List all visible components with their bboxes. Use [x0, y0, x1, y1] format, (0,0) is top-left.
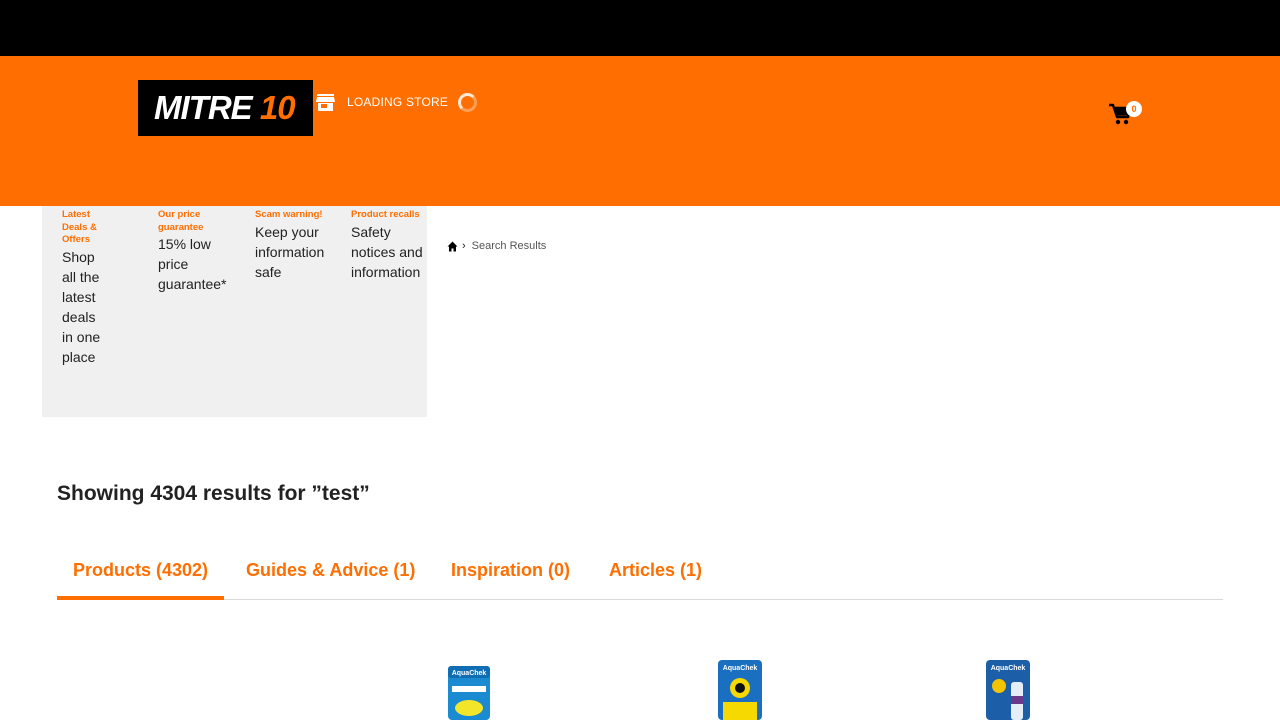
promo-price-guarantee[interactable]: Our price guarantee 15% low price guaran…	[158, 209, 227, 294]
promo-title: Latest Deals & Offers	[62, 209, 97, 245]
chevron-right-icon: ›	[462, 240, 466, 252]
product-image[interactable]: AquaChek	[713, 658, 767, 720]
promo-scam-warning[interactable]: Scam warning! Keep your information safe	[255, 209, 337, 282]
breadcrumb: › Search Results	[447, 240, 546, 252]
promo-desc: Shop all the latest deals in one place	[62, 248, 101, 365]
tab-guides-advice[interactable]: Guides & Advice (1)	[230, 556, 431, 600]
loading-spinner-icon	[458, 92, 478, 112]
top-bar	[0, 0, 1280, 56]
tab-inspiration[interactable]: Inspiration (0)	[435, 556, 586, 600]
promo-desc: 15% low price guarantee*	[158, 236, 227, 292]
cart-count-badge: 0	[1126, 101, 1142, 117]
product-brand-text: AquaChek	[452, 670, 487, 677]
breadcrumb-current: Search Results	[471, 240, 547, 252]
results-tabs: Products (4302) Guides & Advice (1) Insp…	[57, 556, 1223, 600]
product-brand-text: AquaChek	[991, 665, 1026, 672]
logo-number: 10	[259, 89, 296, 126]
promo-title: Our price guarantee	[158, 209, 204, 233]
promo-desc: Safety notices and information	[351, 223, 423, 280]
mitre10-logo[interactable]: MITRE 10	[138, 80, 313, 136]
promo-panel: Latest Deals & Offers Shop all the lates…	[42, 206, 427, 417]
product-image[interactable]: AquaChek	[981, 658, 1035, 720]
promo-product-recalls[interactable]: Product recalls Safety notices and infor…	[351, 209, 427, 282]
store-icon	[316, 93, 335, 111]
logo-text: MITRE	[154, 89, 253, 126]
tab-products[interactable]: Products (4302)	[57, 556, 225, 600]
home-icon[interactable]	[447, 241, 458, 252]
promo-title: Scam warning!	[255, 209, 323, 220]
product-brand-text: AquaChek	[723, 665, 758, 672]
promo-desc: Keep your information safe	[255, 223, 325, 280]
site-header: MITRE 10 LOADING STORE 0	[0, 56, 1280, 206]
promo-title: Product recalls	[351, 209, 420, 220]
store-selector[interactable]: LOADING STORE	[316, 92, 478, 112]
tab-articles[interactable]: Articles (1)	[593, 556, 718, 600]
results-heading: Showing 4304 results for ”test”	[57, 482, 370, 505]
promo-deals[interactable]: Latest Deals & Offers Shop all the lates…	[62, 209, 104, 367]
store-label: LOADING STORE	[347, 95, 449, 109]
product-image[interactable]: AquaChek	[442, 658, 496, 720]
